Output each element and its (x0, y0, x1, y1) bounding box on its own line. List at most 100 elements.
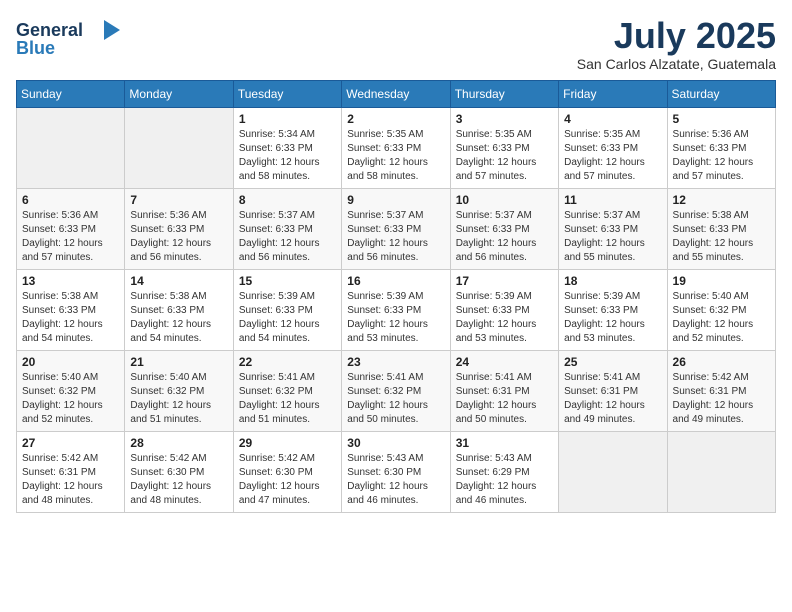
calendar-week-5: 27Sunrise: 5:42 AM Sunset: 6:31 PM Dayli… (17, 431, 776, 512)
calendar-cell: 22Sunrise: 5:41 AM Sunset: 6:32 PM Dayli… (233, 350, 341, 431)
weekday-header-wednesday: Wednesday (342, 80, 450, 107)
day-number: 14 (130, 274, 227, 288)
calendar-cell: 13 Sunrise: 5:38 AM Sunset: 6:33 PM Dayli… (17, 269, 125, 350)
calendar-cell: 4Sunrise: 5:35 AM Sunset: 6:33 PM Daylig… (559, 107, 667, 188)
day-number: 30 (347, 436, 444, 450)
calendar-cell: 17Sunrise: 5:39 AM Sunset: 6:33 PM Dayli… (450, 269, 558, 350)
day-info: Sunrise: 5:40 AM Sunset: 6:32 PM Dayligh… (130, 371, 227, 427)
day-number: 6 (22, 193, 119, 207)
day-number: 8 (239, 193, 336, 207)
day-info: Sunrise: 5:38 AM Sunset: 6:33 PM Dayligh… (673, 209, 770, 265)
location-subtitle: San Carlos Alzatate, Guatemala (577, 56, 776, 72)
day-number: 3 (456, 112, 553, 126)
logo: General Blue (16, 16, 126, 65)
day-info: Sunrise: 5:39 AM Sunset: 6:33 PM Dayligh… (564, 290, 661, 346)
day-number: 26 (673, 355, 770, 369)
weekday-header-tuesday: Tuesday (233, 80, 341, 107)
calendar-cell: 29Sunrise: 5:42 AM Sunset: 6:30 PM Dayli… (233, 431, 341, 512)
calendar-cell (125, 107, 233, 188)
calendar-cell: 2 Sunrise: 5:35 AM Sunset: 6:33 PM Daylig… (342, 107, 450, 188)
logo-graphic: General Blue (16, 16, 126, 65)
calendar-cell: 7 Sunrise: 5:36 AM Sunset: 6:33 PM Daylig… (125, 188, 233, 269)
day-number: 7 (130, 193, 227, 207)
calendar-cell: 15Sunrise: 5:39 AM Sunset: 6:33 PM Dayli… (233, 269, 341, 350)
calendar-cell: 8Sunrise: 5:37 AM Sunset: 6:33 PM Daylig… (233, 188, 341, 269)
day-info: Sunrise: 5:39 AM Sunset: 6:33 PM Dayligh… (456, 290, 553, 346)
day-info: Sunrise: 5:42 AM Sunset: 6:31 PM Dayligh… (673, 371, 770, 427)
day-info: Sunrise: 5:38 AM Sunset: 6:33 PM Dayligh… (22, 290, 119, 346)
calendar-cell: 24 Sunrise: 5:41 AM Sunset: 6:31 PM Dayli… (450, 350, 558, 431)
day-info: Sunrise: 5:42 AM Sunset: 6:31 PM Dayligh… (22, 452, 119, 508)
day-number: 25 (564, 355, 661, 369)
day-number: 20 (22, 355, 119, 369)
day-number: 13 (22, 274, 119, 288)
calendar-cell: 21 Sunrise: 5:40 AM Sunset: 6:32 PM Dayli… (125, 350, 233, 431)
calendar-cell: 26 Sunrise: 5:42 AM Sunset: 6:31 PM Dayli… (667, 350, 775, 431)
title-section: July 2025 San Carlos Alzatate, Guatemala (577, 16, 776, 72)
day-info: Sunrise: 5:38 AM Sunset: 6:33 PM Dayligh… (130, 290, 227, 346)
calendar-cell: 31 Sunrise: 5:43 AM Sunset: 6:29 PM Dayli… (450, 431, 558, 512)
calendar-cell (17, 107, 125, 188)
calendar-cell: 5Sunrise: 5:36 AM Sunset: 6:33 PM Daylig… (667, 107, 775, 188)
day-info: Sunrise: 5:42 AM Sunset: 6:30 PM Dayligh… (239, 452, 336, 508)
day-info: Sunrise: 5:41 AM Sunset: 6:31 PM Dayligh… (456, 371, 553, 427)
day-info: Sunrise: 5:36 AM Sunset: 6:33 PM Dayligh… (22, 209, 119, 265)
weekday-header-friday: Friday (559, 80, 667, 107)
day-number: 15 (239, 274, 336, 288)
weekday-header-sunday: Sunday (17, 80, 125, 107)
day-info: Sunrise: 5:36 AM Sunset: 6:33 PM Dayligh… (130, 209, 227, 265)
calendar-week-3: 13 Sunrise: 5:38 AM Sunset: 6:33 PM Dayli… (17, 269, 776, 350)
day-info: Sunrise: 5:41 AM Sunset: 6:32 PM Dayligh… (347, 371, 444, 427)
calendar-cell: 16Sunrise: 5:39 AM Sunset: 6:33 PM Dayli… (342, 269, 450, 350)
weekday-header-monday: Monday (125, 80, 233, 107)
weekday-header-row: SundayMondayTuesdayWednesdayThursdayFrid… (17, 80, 776, 107)
day-info: Sunrise: 5:37 AM Sunset: 6:33 PM Dayligh… (564, 209, 661, 265)
day-info: Sunrise: 5:37 AM Sunset: 6:33 PM Dayligh… (456, 209, 553, 265)
calendar-cell: 19Sunrise: 5:40 AM Sunset: 6:32 PM Dayli… (667, 269, 775, 350)
day-number: 18 (564, 274, 661, 288)
calendar-cell: 6 Sunrise: 5:36 AM Sunset: 6:33 PM Daylig… (17, 188, 125, 269)
svg-text:Blue: Blue (16, 38, 55, 58)
calendar-week-2: 6 Sunrise: 5:36 AM Sunset: 6:33 PM Daylig… (17, 188, 776, 269)
day-number: 12 (673, 193, 770, 207)
calendar-cell: 25 Sunrise: 5:41 AM Sunset: 6:31 PM Dayli… (559, 350, 667, 431)
weekday-header-thursday: Thursday (450, 80, 558, 107)
calendar-cell: 1Sunrise: 5:34 AM Sunset: 6:33 PM Daylig… (233, 107, 341, 188)
page-header: General Blue July 2025 San Carlos Alzata… (16, 16, 776, 72)
day-number: 24 (456, 355, 553, 369)
day-info: Sunrise: 5:41 AM Sunset: 6:32 PM Dayligh… (239, 371, 336, 427)
day-info: Sunrise: 5:41 AM Sunset: 6:31 PM Dayligh… (564, 371, 661, 427)
month-year-title: July 2025 (577, 16, 776, 56)
calendar-cell: 11 Sunrise: 5:37 AM Sunset: 6:33 PM Dayli… (559, 188, 667, 269)
day-info: Sunrise: 5:43 AM Sunset: 6:29 PM Dayligh… (456, 452, 553, 508)
calendar-cell: 30 Sunrise: 5:43 AM Sunset: 6:30 PM Dayli… (342, 431, 450, 512)
day-number: 19 (673, 274, 770, 288)
calendar-cell: 12 Sunrise: 5:38 AM Sunset: 6:33 PM Dayli… (667, 188, 775, 269)
calendar-cell: 20 Sunrise: 5:40 AM Sunset: 6:32 PM Dayli… (17, 350, 125, 431)
day-number: 11 (564, 193, 661, 207)
day-info: Sunrise: 5:40 AM Sunset: 6:32 PM Dayligh… (22, 371, 119, 427)
day-number: 5 (673, 112, 770, 126)
day-number: 2 (347, 112, 444, 126)
day-number: 31 (456, 436, 553, 450)
day-info: Sunrise: 5:34 AM Sunset: 6:33 PM Dayligh… (239, 128, 336, 184)
calendar-cell (559, 431, 667, 512)
calendar-cell: 9 Sunrise: 5:37 AM Sunset: 6:33 PM Daylig… (342, 188, 450, 269)
calendar-week-4: 20 Sunrise: 5:40 AM Sunset: 6:32 PM Dayli… (17, 350, 776, 431)
day-number: 21 (130, 355, 227, 369)
day-info: Sunrise: 5:37 AM Sunset: 6:33 PM Dayligh… (347, 209, 444, 265)
weekday-header-saturday: Saturday (667, 80, 775, 107)
day-number: 23 (347, 355, 444, 369)
day-info: Sunrise: 5:42 AM Sunset: 6:30 PM Dayligh… (130, 452, 227, 508)
day-info: Sunrise: 5:43 AM Sunset: 6:30 PM Dayligh… (347, 452, 444, 508)
calendar-cell: 3 Sunrise: 5:35 AM Sunset: 6:33 PM Daylig… (450, 107, 558, 188)
day-number: 10 (456, 193, 553, 207)
svg-text:General: General (16, 20, 83, 40)
day-number: 28 (130, 436, 227, 450)
day-info: Sunrise: 5:35 AM Sunset: 6:33 PM Dayligh… (347, 128, 444, 184)
day-info: Sunrise: 5:39 AM Sunset: 6:33 PM Dayligh… (347, 290, 444, 346)
day-number: 9 (347, 193, 444, 207)
calendar-cell (667, 431, 775, 512)
day-info: Sunrise: 5:35 AM Sunset: 6:33 PM Dayligh… (456, 128, 553, 184)
calendar-cell: 14 Sunrise: 5:38 AM Sunset: 6:33 PM Dayli… (125, 269, 233, 350)
